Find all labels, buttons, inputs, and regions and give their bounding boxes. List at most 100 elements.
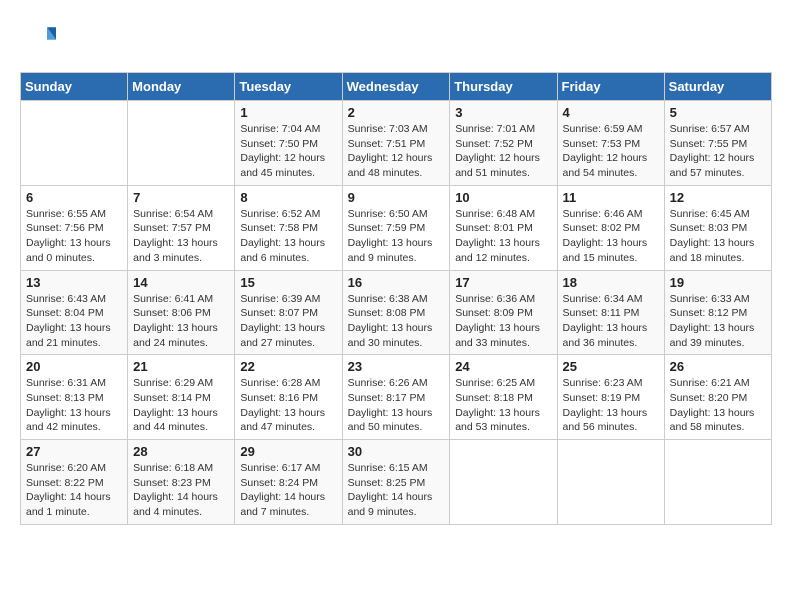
day-number: 23 <box>348 359 445 374</box>
weekday-header-monday: Monday <box>128 73 235 101</box>
day-number: 1 <box>240 105 336 120</box>
weekday-header-saturday: Saturday <box>664 73 771 101</box>
day-number: 11 <box>563 190 659 205</box>
day-info: Sunrise: 6:17 AM Sunset: 8:24 PM Dayligh… <box>240 461 336 520</box>
day-number: 30 <box>348 444 445 459</box>
day-number: 9 <box>348 190 445 205</box>
day-number: 8 <box>240 190 336 205</box>
calendar-cell <box>450 440 557 525</box>
day-number: 13 <box>26 275 122 290</box>
calendar-cell: 23 Sunrise: 6:26 AM Sunset: 8:17 PM Dayli… <box>342 355 450 440</box>
calendar-week-2: 6 Sunrise: 6:55 AM Sunset: 7:56 PM Daylig… <box>21 185 772 270</box>
day-info: Sunrise: 6:46 AM Sunset: 8:02 PM Dayligh… <box>563 207 659 266</box>
day-number: 16 <box>348 275 445 290</box>
day-number: 14 <box>133 275 229 290</box>
day-number: 12 <box>670 190 766 205</box>
day-info: Sunrise: 6:21 AM Sunset: 8:20 PM Dayligh… <box>670 376 766 435</box>
day-info: Sunrise: 6:20 AM Sunset: 8:22 PM Dayligh… <box>26 461 122 520</box>
page-header <box>20 20 772 56</box>
day-number: 4 <box>563 105 659 120</box>
calendar-cell: 3 Sunrise: 7:01 AM Sunset: 7:52 PM Daylig… <box>450 101 557 186</box>
day-info: Sunrise: 6:41 AM Sunset: 8:06 PM Dayligh… <box>133 292 229 351</box>
day-number: 17 <box>455 275 551 290</box>
calendar-cell: 2 Sunrise: 7:03 AM Sunset: 7:51 PM Daylig… <box>342 101 450 186</box>
calendar-cell: 27 Sunrise: 6:20 AM Sunset: 8:22 PM Dayli… <box>21 440 128 525</box>
calendar-cell: 5 Sunrise: 6:57 AM Sunset: 7:55 PM Daylig… <box>664 101 771 186</box>
calendar-cell: 21 Sunrise: 6:29 AM Sunset: 8:14 PM Dayli… <box>128 355 235 440</box>
logo-icon <box>20 20 56 56</box>
calendar-cell: 26 Sunrise: 6:21 AM Sunset: 8:20 PM Dayli… <box>664 355 771 440</box>
day-number: 20 <box>26 359 122 374</box>
day-number: 24 <box>455 359 551 374</box>
day-info: Sunrise: 6:36 AM Sunset: 8:09 PM Dayligh… <box>455 292 551 351</box>
day-info: Sunrise: 6:18 AM Sunset: 8:23 PM Dayligh… <box>133 461 229 520</box>
day-info: Sunrise: 6:23 AM Sunset: 8:19 PM Dayligh… <box>563 376 659 435</box>
day-number: 7 <box>133 190 229 205</box>
calendar-cell: 24 Sunrise: 6:25 AM Sunset: 8:18 PM Dayli… <box>450 355 557 440</box>
day-info: Sunrise: 6:26 AM Sunset: 8:17 PM Dayligh… <box>348 376 445 435</box>
day-info: Sunrise: 6:34 AM Sunset: 8:11 PM Dayligh… <box>563 292 659 351</box>
day-number: 25 <box>563 359 659 374</box>
day-info: Sunrise: 7:04 AM Sunset: 7:50 PM Dayligh… <box>240 122 336 181</box>
day-info: Sunrise: 6:55 AM Sunset: 7:56 PM Dayligh… <box>26 207 122 266</box>
calendar-week-1: 1 Sunrise: 7:04 AM Sunset: 7:50 PM Daylig… <box>21 101 772 186</box>
calendar-cell: 22Sunrise: 6:28 AM Sunset: 8:16 PM Dayli… <box>235 355 342 440</box>
calendar-cell: 13 Sunrise: 6:43 AM Sunset: 8:04 PM Dayli… <box>21 270 128 355</box>
day-info: Sunrise: 6:54 AM Sunset: 7:57 PM Dayligh… <box>133 207 229 266</box>
calendar-cell: 10 Sunrise: 6:48 AM Sunset: 8:01 PM Dayli… <box>450 185 557 270</box>
day-info: Sunrise: 6:48 AM Sunset: 8:01 PM Dayligh… <box>455 207 551 266</box>
calendar-cell <box>21 101 128 186</box>
day-info: Sunrise: 6:59 AM Sunset: 7:53 PM Dayligh… <box>563 122 659 181</box>
weekday-header-friday: Friday <box>557 73 664 101</box>
calendar-cell: 9Sunrise: 6:50 AM Sunset: 7:59 PM Daylig… <box>342 185 450 270</box>
day-number: 21 <box>133 359 229 374</box>
calendar-cell: 6 Sunrise: 6:55 AM Sunset: 7:56 PM Daylig… <box>21 185 128 270</box>
calendar-cell <box>128 101 235 186</box>
day-info: Sunrise: 6:38 AM Sunset: 8:08 PM Dayligh… <box>348 292 445 351</box>
day-number: 2 <box>348 105 445 120</box>
weekday-header-sunday: Sunday <box>21 73 128 101</box>
day-number: 5 <box>670 105 766 120</box>
calendar-cell <box>557 440 664 525</box>
day-info: Sunrise: 6:57 AM Sunset: 7:55 PM Dayligh… <box>670 122 766 181</box>
day-info: Sunrise: 6:25 AM Sunset: 8:18 PM Dayligh… <box>455 376 551 435</box>
calendar-cell: 4 Sunrise: 6:59 AM Sunset: 7:53 PM Daylig… <box>557 101 664 186</box>
calendar-cell: 8 Sunrise: 6:52 AM Sunset: 7:58 PM Daylig… <box>235 185 342 270</box>
calendar-cell: 28Sunrise: 6:18 AM Sunset: 8:23 PM Dayli… <box>128 440 235 525</box>
day-info: Sunrise: 6:33 AM Sunset: 8:12 PM Dayligh… <box>670 292 766 351</box>
calendar-cell: 16 Sunrise: 6:38 AM Sunset: 8:08 PM Dayli… <box>342 270 450 355</box>
calendar-cell: 29 Sunrise: 6:17 AM Sunset: 8:24 PM Dayli… <box>235 440 342 525</box>
calendar-cell: 14 Sunrise: 6:41 AM Sunset: 8:06 PM Dayli… <box>128 270 235 355</box>
calendar-cell: 1 Sunrise: 7:04 AM Sunset: 7:50 PM Daylig… <box>235 101 342 186</box>
calendar-cell: 19Sunrise: 6:33 AM Sunset: 8:12 PM Dayli… <box>664 270 771 355</box>
calendar-cell: 11 Sunrise: 6:46 AM Sunset: 8:02 PM Dayli… <box>557 185 664 270</box>
day-info: Sunrise: 6:31 AM Sunset: 8:13 PM Dayligh… <box>26 376 122 435</box>
day-number: 15 <box>240 275 336 290</box>
weekday-header-tuesday: Tuesday <box>235 73 342 101</box>
calendar-week-5: 27 Sunrise: 6:20 AM Sunset: 8:22 PM Dayli… <box>21 440 772 525</box>
weekday-header-thursday: Thursday <box>450 73 557 101</box>
day-number: 3 <box>455 105 551 120</box>
day-number: 27 <box>26 444 122 459</box>
calendar-week-3: 13 Sunrise: 6:43 AM Sunset: 8:04 PM Dayli… <box>21 270 772 355</box>
calendar-cell: 7 Sunrise: 6:54 AM Sunset: 7:57 PM Daylig… <box>128 185 235 270</box>
day-info: Sunrise: 6:52 AM Sunset: 7:58 PM Dayligh… <box>240 207 336 266</box>
day-info: Sunrise: 6:39 AM Sunset: 8:07 PM Dayligh… <box>240 292 336 351</box>
day-number: 6 <box>26 190 122 205</box>
day-info: Sunrise: 6:45 AM Sunset: 8:03 PM Dayligh… <box>670 207 766 266</box>
day-info: Sunrise: 7:01 AM Sunset: 7:52 PM Dayligh… <box>455 122 551 181</box>
day-info: Sunrise: 6:29 AM Sunset: 8:14 PM Dayligh… <box>133 376 229 435</box>
weekday-header-row: SundayMondayTuesdayWednesdayThursdayFrid… <box>21 73 772 101</box>
logo <box>20 20 60 56</box>
day-number: 10 <box>455 190 551 205</box>
day-info: Sunrise: 6:43 AM Sunset: 8:04 PM Dayligh… <box>26 292 122 351</box>
calendar-cell: 30Sunrise: 6:15 AM Sunset: 8:25 PM Dayli… <box>342 440 450 525</box>
calendar-cell <box>664 440 771 525</box>
day-number: 26 <box>670 359 766 374</box>
day-info: Sunrise: 6:28 AM Sunset: 8:16 PM Dayligh… <box>240 376 336 435</box>
day-info: Sunrise: 7:03 AM Sunset: 7:51 PM Dayligh… <box>348 122 445 181</box>
day-number: 29 <box>240 444 336 459</box>
calendar-cell: 17 Sunrise: 6:36 AM Sunset: 8:09 PM Dayli… <box>450 270 557 355</box>
calendar-week-4: 20 Sunrise: 6:31 AM Sunset: 8:13 PM Dayli… <box>21 355 772 440</box>
weekday-header-wednesday: Wednesday <box>342 73 450 101</box>
